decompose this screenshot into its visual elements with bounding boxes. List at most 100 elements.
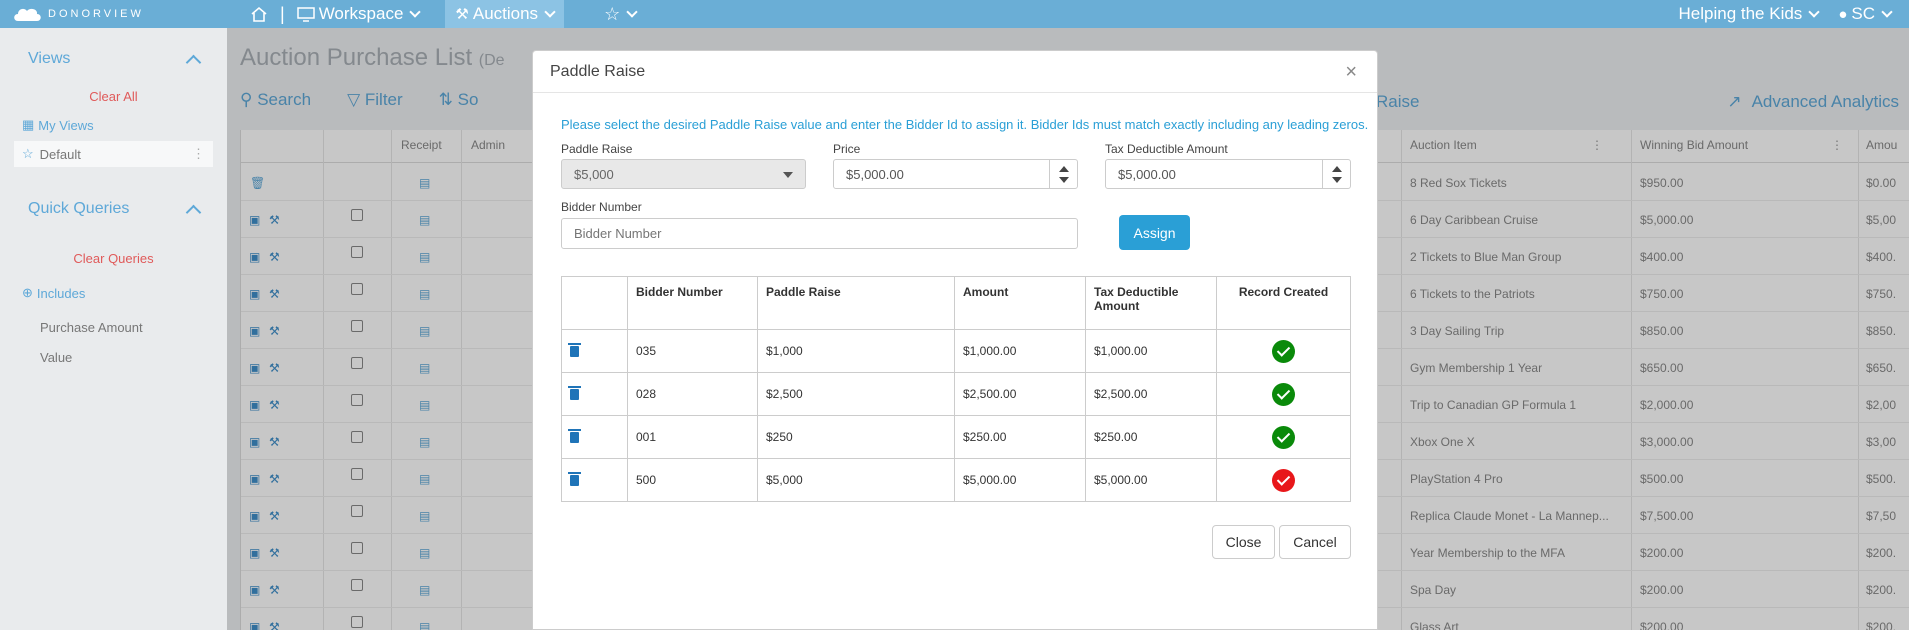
tax-cell: $5,000.00	[1085, 458, 1217, 502]
check-circle-icon	[1272, 382, 1295, 406]
quick-queries-title: Quick Queries	[28, 200, 130, 217]
favorites-menu[interactable]: ☆	[594, 0, 646, 28]
auctions-label: Auctions	[472, 4, 539, 23]
cloud-logo-icon	[14, 8, 41, 21]
views-title: Views	[28, 50, 71, 67]
clear-all-link[interactable]: Clear All	[0, 81, 227, 112]
includes-label: Includes	[36, 285, 86, 301]
monitor-icon	[296, 6, 315, 22]
amount-cell: $250.00	[954, 415, 1086, 459]
query-item-value[interactable]: Value	[0, 342, 227, 372]
home-button[interactable]	[240, 0, 278, 28]
tax-label: Tax Deductible Amount	[1105, 142, 1228, 156]
col-paddle-raise: Paddle Raise	[757, 276, 955, 330]
auctions-menu[interactable]: ⚒ Auctions	[445, 0, 565, 28]
col-actions	[561, 276, 628, 330]
caret-down-icon	[783, 172, 793, 178]
close-icon[interactable]: ×	[1345, 61, 1357, 84]
chevron-up-icon[interactable]	[185, 54, 202, 70]
home-icon	[251, 6, 267, 22]
chevron-down-icon	[1808, 5, 1820, 18]
modal-title: Paddle Raise	[550, 62, 646, 80]
row-actions	[561, 458, 628, 502]
table-row: 001 $250 $250.00 $250.00	[561, 415, 1351, 459]
row-actions	[561, 329, 628, 373]
check-circle-icon	[1272, 425, 1295, 449]
default-view-label: Default	[39, 146, 81, 162]
col-amount: Amount	[954, 276, 1086, 330]
my-views-link[interactable]: ▦ My Views	[0, 112, 227, 138]
price-value: $5,000.00	[846, 166, 904, 182]
tax-cell: $1,000.00	[1085, 329, 1217, 373]
trash-icon[interactable]	[568, 342, 581, 357]
col-tax-deductible: Tax Deductible Amount	[1085, 276, 1217, 330]
chevron-down-icon	[409, 5, 422, 18]
trash-icon[interactable]	[568, 385, 581, 400]
logo-text: DONORVIEW	[48, 8, 144, 20]
clear-queries-link[interactable]: Clear Queries	[0, 243, 227, 274]
info-text: Please select the desired Paddle Raise v…	[561, 117, 1369, 132]
trash-icon[interactable]	[568, 471, 581, 486]
includes-link[interactable]: ⊕ Includes	[0, 280, 227, 306]
table-row: 500 $5,000 $5,000.00 $5,000.00	[561, 458, 1351, 502]
paddle-raise-select[interactable]: $5,000	[561, 159, 806, 189]
cancel-button[interactable]: Cancel	[1279, 525, 1351, 559]
raise-cell: $5,000	[757, 458, 955, 502]
assigned-raises-table: Bidder Number Paddle Raise Amount Tax De…	[561, 276, 1351, 502]
more-vertical-icon[interactable]: ⋮	[192, 146, 205, 162]
sidebar: Views Clear All ▦ My Views ☆ Default ⋮ Q…	[0, 28, 227, 630]
check-circle-icon	[1272, 339, 1295, 363]
chevron-down-icon	[544, 5, 556, 18]
table-row: 028 $2,500 $2,500.00 $2,500.00	[561, 372, 1351, 416]
amount-cell: $5,000.00	[954, 458, 1086, 502]
record-created-cell	[1216, 329, 1351, 373]
user-menu[interactable]: ● SC	[1828, 0, 1901, 28]
nav-separator: |	[280, 3, 285, 24]
price-stepper[interactable]	[1049, 160, 1077, 188]
price-input[interactable]: $5,000.00	[833, 159, 1078, 189]
paddle-raise-value: $5,000	[574, 166, 614, 182]
raise-cell: $1,000	[757, 329, 955, 373]
close-button[interactable]: Close	[1212, 525, 1275, 559]
record-created-cell	[1216, 458, 1351, 502]
user-circle-icon: ●	[1838, 5, 1848, 23]
bidder-cell: 035	[627, 329, 758, 373]
chevron-up-icon[interactable]	[185, 204, 202, 220]
workspace-label: Workspace	[318, 4, 404, 23]
col-record-created: Record Created	[1216, 276, 1351, 330]
bidder-number-label: Bidder Number	[561, 200, 642, 214]
tax-cell: $250.00	[1085, 415, 1217, 459]
paddle-raise-modal: Paddle Raise × Please select the desired…	[532, 50, 1378, 630]
record-created-cell	[1216, 415, 1351, 459]
default-view-item[interactable]: ☆ Default ⋮	[14, 141, 213, 167]
star-icon: ☆	[604, 3, 621, 24]
row-actions	[561, 372, 628, 416]
tax-value: $5,000.00	[1118, 166, 1176, 182]
paddle-raise-label: Paddle Raise	[561, 142, 633, 156]
views-header[interactable]: Views	[0, 41, 227, 77]
quick-queries-header[interactable]: Quick Queries	[0, 191, 227, 227]
raise-cell: $2,500	[757, 372, 955, 416]
gavel-icon: ⚒	[455, 6, 469, 23]
query-item-purchase-amount[interactable]: Purchase Amount	[0, 312, 227, 342]
bidder-cell: 500	[627, 458, 758, 502]
assign-button[interactable]: Assign	[1119, 215, 1190, 250]
bidder-cell: 028	[627, 372, 758, 416]
plus-circle-icon: ⊕	[22, 285, 33, 300]
org-menu[interactable]: Helping the Kids	[1669, 0, 1829, 28]
workspace-menu[interactable]: Workspace	[287, 0, 430, 28]
bidder-cell: 001	[627, 415, 758, 459]
chevron-down-icon	[1881, 5, 1893, 18]
bidder-number-input[interactable]	[561, 218, 1078, 249]
table-row: 035 $1,000 $1,000.00 $1,000.00	[561, 329, 1351, 373]
star-icon: ☆	[22, 146, 34, 161]
col-bidder-number: Bidder Number	[627, 276, 758, 330]
tax-cell: $2,500.00	[1085, 372, 1217, 416]
tax-input[interactable]: $5,000.00	[1105, 159, 1351, 189]
trash-icon[interactable]	[568, 428, 581, 443]
logo[interactable]: DONORVIEW	[0, 6, 240, 22]
amount-cell: $2,500.00	[954, 372, 1086, 416]
tax-stepper[interactable]	[1322, 160, 1350, 188]
grid-icon: ▦	[22, 117, 35, 132]
org-label: Helping the Kids	[1678, 4, 1803, 23]
